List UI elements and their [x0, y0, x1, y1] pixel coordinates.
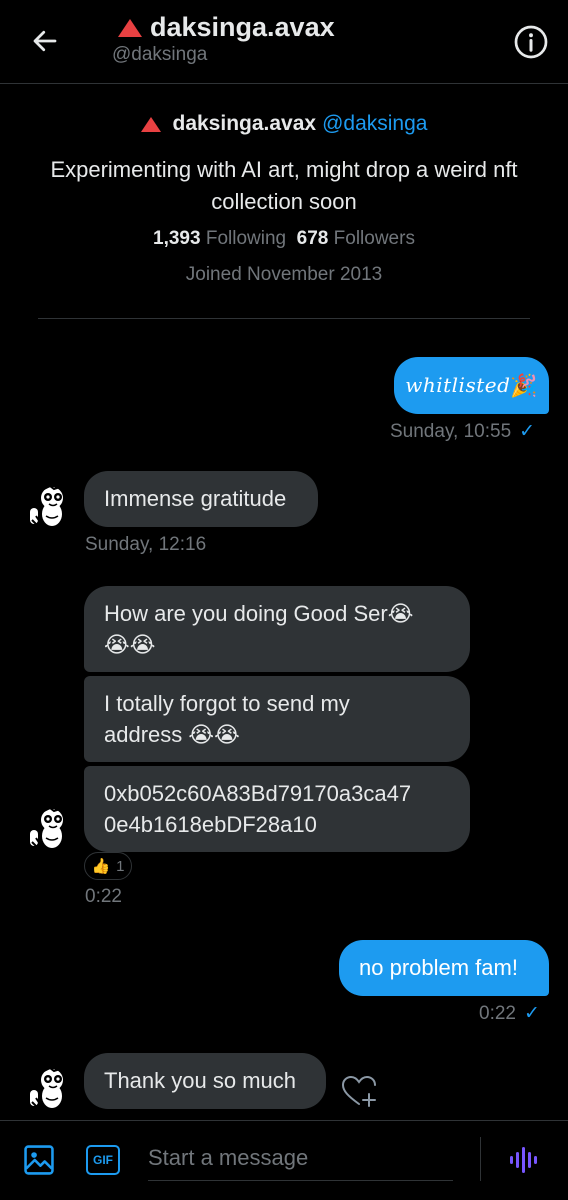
profile-bio: Experimenting with AI art, might drop a … — [50, 157, 518, 214]
voice-waveform-icon[interactable] — [508, 1143, 540, 1177]
crying-face-emoji: 😭 — [387, 601, 414, 626]
header-handle: @daksinga — [112, 44, 208, 65]
message-sent[interactable]: no problem fam! — [339, 940, 549, 996]
followers-label: Followers — [333, 228, 415, 249]
composer-divider — [480, 1137, 481, 1181]
message-text: Immense gratitude — [104, 486, 287, 511]
following-stat[interactable]: 1,393 Following — [153, 228, 286, 249]
joined-date: Joined November 2013 — [185, 264, 383, 285]
message-timestamp: Sunday, 10:55 ✓ — [390, 420, 535, 443]
avatar[interactable] — [26, 484, 72, 530]
timestamp-text: Sunday, 10:55 — [390, 421, 512, 442]
read-check-icon: ✓ — [523, 1003, 540, 1024]
reaction-badge[interactable]: 👍 1 — [84, 852, 132, 880]
crying-face-emoji: 😭😭 — [104, 632, 156, 657]
following-count: 1,393 — [153, 228, 201, 249]
followers-count: 678 — [296, 228, 329, 249]
profile-display-name: daksinga.avax — [172, 112, 317, 135]
heart-plus-icon[interactable] — [340, 1074, 378, 1110]
message-text-line2: 0e4b1618ebDF28a10 — [104, 812, 317, 837]
message-text: no problem fam! — [359, 955, 518, 980]
timestamp-text: 0:22 — [479, 1003, 516, 1024]
message-text: I totally forgot to send my — [104, 691, 350, 716]
message-received[interactable]: How are you doing Good Ser😭 😭😭 — [84, 586, 470, 672]
avatar[interactable] — [26, 1066, 72, 1112]
message-text: How are you doing Good Ser — [104, 601, 388, 626]
message-text: Thank you so much — [104, 1068, 296, 1093]
message-timestamp: 0:22 — [85, 886, 122, 907]
message-received[interactable]: Immense gratitude — [84, 471, 318, 527]
read-check-icon: ✓ — [519, 421, 536, 442]
reaction-count: 1 — [116, 857, 125, 875]
message-text: 0xb052c60A83Bd79170a3ca47 — [104, 781, 412, 806]
avalanche-triangle-icon — [118, 18, 142, 37]
gif-icon[interactable]: GIF — [86, 1145, 120, 1175]
message-sent[interactable]: whitlisted 🎉 — [394, 357, 549, 414]
followers-stat[interactable]: 678 Followers — [297, 228, 415, 249]
message-received[interactable]: Thank you so much — [84, 1053, 326, 1109]
info-circle-icon[interactable] — [513, 24, 549, 60]
message-input[interactable] — [148, 1135, 453, 1181]
profile-name-row[interactable]: daksinga.avax @daksinga — [0, 112, 568, 136]
arrow-left-icon[interactable] — [30, 26, 60, 56]
profile-summary: daksinga.avax @daksinga Experimenting wi… — [0, 112, 568, 286]
crying-face-emoji: 😭😭 — [188, 722, 240, 747]
message-received[interactable]: 0xb052c60A83Bd79170a3ca47 0e4b1618ebDF28… — [84, 766, 470, 852]
image-icon[interactable] — [22, 1143, 56, 1177]
profile-stats: 1,393 Following 678 Followers — [0, 228, 568, 250]
avatar[interactable] — [26, 806, 72, 852]
following-label: Following — [205, 228, 287, 249]
message-text-line2: address — [104, 722, 183, 747]
message-composer: GIF — [0, 1120, 568, 1200]
message-text: whitlisted — [405, 373, 511, 397]
message-timestamp: 0:22 ✓ — [479, 1002, 540, 1025]
message-received[interactable]: I totally forgot to send my address 😭😭 — [84, 676, 470, 762]
avalanche-triangle-icon — [140, 116, 161, 132]
message-timestamp: Sunday, 12:16 — [85, 534, 207, 555]
header-name-text: daksinga.avax — [150, 12, 335, 42]
conversation-header: daksinga.avax @daksinga — [0, 0, 568, 84]
thumbs-up-emoji: 👍 — [91, 858, 111, 875]
party-popper-emoji: 🎉 — [510, 373, 538, 398]
gif-label: GIF — [93, 1153, 113, 1167]
header-display-name[interactable]: daksinga.avax — [118, 12, 335, 43]
profile-divider — [38, 318, 530, 319]
profile-handle: @daksinga — [322, 112, 428, 135]
